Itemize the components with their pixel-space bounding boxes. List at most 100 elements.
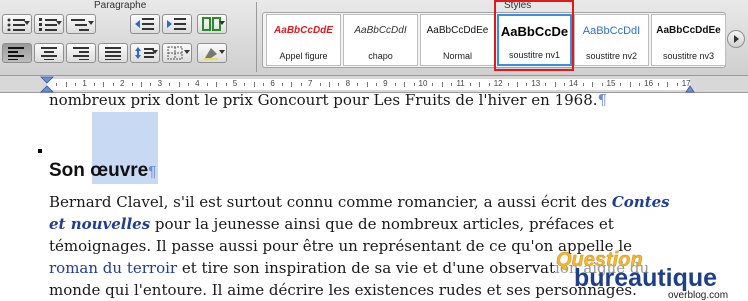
ruler-number: 9 (383, 79, 388, 88)
ruler-tick (178, 82, 180, 87)
ruler-tick (667, 82, 669, 87)
ruler-number: 10 (418, 79, 428, 88)
styles-next-arrow-icon[interactable] (727, 30, 745, 48)
align-center-icon (41, 47, 57, 60)
ruler-tick (441, 82, 443, 87)
ruler-number: 13 (531, 79, 541, 88)
ruler-tick (507, 83, 509, 86)
logo-bureautique-text: bureautique (574, 264, 717, 292)
question-bureautique-logo: Question bureautique overblog.com (556, 249, 746, 301)
ruler-tick (676, 83, 678, 86)
style-chapo[interactable]: AaBbCcDdI chapo (343, 14, 418, 66)
ruler-tick (75, 83, 77, 86)
text-line: témoignages. Il passe aussi pour être un… (49, 237, 632, 255)
text-line: Bernard Clavel, s'il est surtout connu c… (49, 193, 670, 211)
ruler-tick (253, 82, 255, 87)
ribbon-separator (256, 2, 257, 72)
ruler-tick (582, 83, 584, 86)
text-run: nombreux prix dont le prix Goncourt pour… (49, 94, 598, 109)
style-name: soustitre nv3 (662, 51, 715, 61)
ruler-tick (141, 82, 142, 87)
ruler-tick (451, 83, 453, 86)
text-line: et nouvelles pour la jeunesse ainsi que … (49, 215, 614, 233)
ruler-tick (291, 82, 293, 87)
pilcrow-mark: ¶ (597, 94, 608, 109)
increase-indent-icon (167, 18, 186, 30)
ruler-tick (629, 82, 631, 87)
line-spacing-button[interactable] (130, 43, 160, 63)
ruler-number: 11 (456, 79, 465, 88)
ruler-number: 12 (493, 79, 503, 88)
ruler-tick (329, 82, 330, 87)
ruler-number: 1 (82, 79, 87, 88)
ruler-tick (592, 82, 594, 87)
ruler-number: 16 (644, 79, 654, 88)
decrease-indent-button[interactable] (130, 14, 160, 34)
ruler-tick (216, 82, 218, 87)
multilevel-list-button[interactable] (66, 14, 96, 34)
ruler-tick (564, 83, 565, 86)
shading-button[interactable] (197, 43, 227, 63)
text-link[interactable]: roman du terroir (49, 259, 177, 277)
ruler-tick (103, 82, 105, 87)
ruler-tick (263, 83, 265, 86)
ruler-tick (639, 83, 641, 86)
emphasis-link[interactable]: Contes (612, 193, 670, 211)
ruler-number: 7 (307, 79, 313, 88)
ruler-tick (56, 83, 58, 86)
style-name: Appel figure (279, 51, 328, 61)
ruler-tick (554, 82, 556, 87)
numbering-button[interactable] (34, 14, 64, 34)
ruler-text-area (47, 79, 690, 90)
style-name: soustitre nv2 (585, 51, 638, 61)
style-normal[interactable]: AaBbCcDdEe Normal (420, 14, 495, 66)
borders-button[interactable] (162, 43, 192, 63)
columns-button[interactable] (197, 14, 227, 34)
ruler-tick (376, 83, 377, 86)
ruler-tick (545, 83, 547, 86)
ruler-number: 8 (345, 79, 351, 88)
style-name: chapo (368, 51, 393, 61)
ruler-number: 15 (606, 79, 616, 88)
bullets-button[interactable] (2, 14, 32, 34)
style-sample: AaBbCcDdE (274, 25, 333, 36)
ruler-tick (225, 83, 227, 86)
ruler-number: 3 (157, 79, 163, 88)
justify-button[interactable] (98, 43, 128, 63)
ruler-tick (658, 83, 659, 86)
align-center-button[interactable] (34, 43, 64, 63)
ruler-tick (479, 82, 481, 87)
align-left-icon (8, 47, 24, 60)
ruler-tick (338, 83, 340, 86)
indent-marker-icon[interactable] (40, 76, 54, 93)
ruler-number: 17 (681, 79, 691, 88)
ruler-tick (206, 83, 208, 86)
ruler[interactable]: 1 2 3 4 5 6 7 8 9 10 11 12 13 14 15 16 17 (0, 76, 748, 93)
ruler-tick (244, 83, 246, 86)
align-left-button[interactable] (2, 43, 32, 63)
style-sample: AaBbCcDdEe (426, 25, 489, 36)
style-soustitre-nv3[interactable]: AaBbCcDdEe soustitre nv3 (651, 14, 726, 66)
increase-indent-button[interactable] (162, 14, 192, 34)
emphasis-link[interactable]: et nouvelles (49, 215, 150, 233)
ruler-tick (366, 82, 368, 87)
ruler-tick (300, 83, 302, 86)
ruler-number: 6 (270, 79, 275, 88)
ribbon: Paragraphe Styles AaBbCcDdE Appel figure… (0, 0, 748, 76)
ruler-tick (394, 83, 396, 86)
ruler-tick (282, 83, 283, 86)
justify-icon (105, 47, 121, 60)
ruler-tick (432, 83, 434, 86)
style-soustitre-nv2[interactable]: AaBbCcDdI soustitre nv2 (574, 14, 649, 66)
text-run: Bernard Clavel, s'il est surtout connu c… (49, 193, 612, 211)
ruler-tick (526, 83, 528, 86)
pilcrow-mark: ¶ (148, 163, 157, 180)
ruler-tick (150, 83, 152, 86)
ruler-tick (94, 83, 95, 86)
ruler-tick (413, 83, 415, 86)
ruler-number: 14 (568, 79, 578, 88)
style-appel-figure[interactable]: AaBbCcDdE Appel figure (266, 14, 341, 66)
align-right-button[interactable] (66, 43, 96, 63)
logo-url-text: overblog.com (668, 290, 728, 301)
ruler-tick (357, 83, 359, 86)
